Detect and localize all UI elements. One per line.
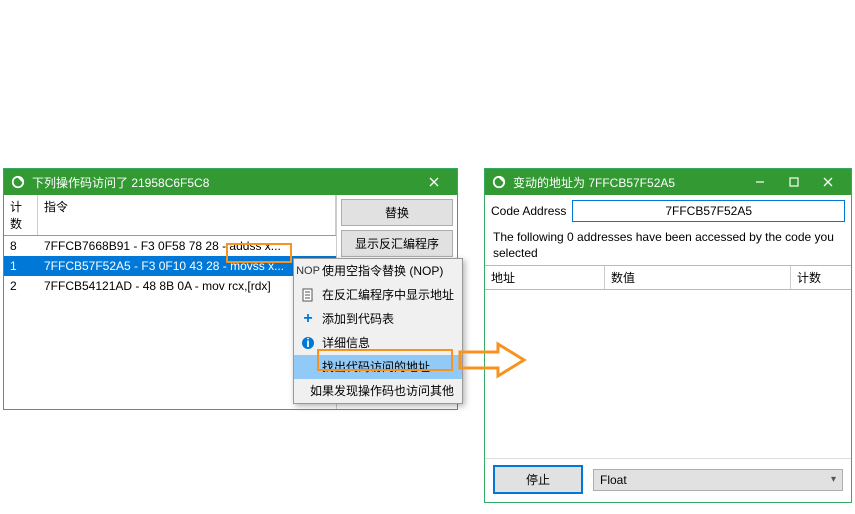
opcode-count: 1 [4, 258, 38, 274]
col-header-instruction[interactable]: 指令 [38, 195, 336, 235]
document-icon [298, 287, 318, 303]
opcode-row[interactable]: 8 7FFCB7668B91 - F3 0F58 78 28 - addss x… [4, 236, 336, 256]
address-grid-header: 地址 数值 计数 [485, 265, 851, 290]
opcode-row[interactable]: 2 7FFCB54121AD - 48 8B 0A - mov rcx,[rdx… [4, 276, 336, 296]
app-icon [10, 174, 26, 190]
menu-item-label: 找出代码访问的地址 [322, 358, 454, 376]
close-button[interactable] [811, 169, 845, 195]
menu-item-label: 在反汇编程序中显示地址 [322, 286, 454, 304]
menu-item-label: 使用空指令替换 (NOP) [322, 262, 454, 280]
col-header-value[interactable]: 数值 [605, 266, 791, 289]
menu-item-find-addresses[interactable]: 找出代码访问的地址 [294, 355, 462, 379]
titlebar[interactable]: 变动的地址为 7FFCB57F52A5 [485, 169, 851, 195]
info-icon: i [298, 335, 318, 351]
annotation-arrow [458, 340, 528, 383]
footer: 停止 Float ▾ [485, 458, 851, 502]
menu-item-more-info[interactable]: i 详细信息 [294, 331, 462, 355]
opcode-text: 7FFCB54121AD - 48 8B 0A - mov rcx,[rdx] [38, 278, 336, 294]
menu-item-label: 如果发现操作码也访问其他 [310, 382, 454, 400]
menu-item-check-other-access[interactable]: 如果发现操作码也访问其他 [294, 379, 462, 403]
title-buttons [417, 169, 451, 195]
code-address-input[interactable] [572, 200, 845, 222]
opcode-count: 8 [4, 238, 38, 254]
menu-item-add-to-codelist[interactable]: + 添加到代码表 [294, 307, 462, 331]
code-address-label: Code Address [491, 204, 566, 218]
address-grid-body[interactable] [485, 290, 851, 458]
replace-button[interactable]: 替换 [341, 199, 453, 226]
blank-icon [298, 359, 318, 375]
window-title: 变动的地址为 7FFCB57F52A5 [513, 174, 743, 191]
nop-icon: NOP [298, 263, 318, 279]
blank-icon [298, 383, 306, 399]
app-icon [491, 174, 507, 190]
chevron-down-icon: ▾ [831, 474, 836, 485]
show-disassembler-button[interactable]: 显示反汇编程序 [341, 230, 453, 257]
svg-text:i: i [306, 336, 309, 350]
opcode-list: 计数 指令 8 7FFCB7668B91 - F3 0F58 78 28 - a… [4, 195, 337, 409]
value-type-selected: Float [600, 473, 627, 487]
menu-item-label: 详细信息 [322, 334, 454, 352]
col-header-count[interactable]: 计数 [4, 195, 38, 235]
menu-item-show-in-disassembler[interactable]: 在反汇编程序中显示地址 [294, 283, 462, 307]
close-button[interactable] [417, 169, 451, 195]
context-menu: NOP 使用空指令替换 (NOP) 在反汇编程序中显示地址 + 添加到代码表 i… [293, 258, 463, 404]
changed-addresses-window: 变动的地址为 7FFCB57F52A5 Code Address The fol… [484, 168, 852, 503]
title-buttons [743, 169, 845, 195]
col-header-count[interactable]: 计数 [791, 266, 851, 289]
opcode-row[interactable]: 1 7FFCB57F52A5 - F3 0F10 43 28 - movss x… [4, 256, 336, 276]
code-address-row: Code Address [485, 195, 851, 227]
plus-icon: + [298, 311, 318, 327]
opcode-text: 7FFCB7668B91 - F3 0F58 78 28 - addss x..… [38, 238, 336, 254]
titlebar[interactable]: 下列操作码访问了 21958C6F5C8 [4, 169, 457, 195]
col-header-address[interactable]: 地址 [485, 266, 605, 289]
opcode-list-header: 计数 指令 [4, 195, 336, 236]
minimize-button[interactable] [743, 169, 777, 195]
opcode-text: 7FFCB57F52A5 - F3 0F10 43 28 - movss x..… [38, 258, 336, 274]
menu-item-label: 添加到代码表 [322, 310, 454, 328]
stop-button[interactable]: 停止 [493, 465, 583, 494]
opcode-count: 2 [4, 278, 38, 294]
maximize-button[interactable] [777, 169, 811, 195]
value-type-select[interactable]: Float ▾ [593, 469, 843, 491]
status-message: The following 0 addresses have been acce… [485, 227, 851, 265]
menu-item-replace-nop[interactable]: NOP 使用空指令替换 (NOP) [294, 259, 462, 283]
window-title: 下列操作码访问了 21958C6F5C8 [32, 174, 417, 191]
